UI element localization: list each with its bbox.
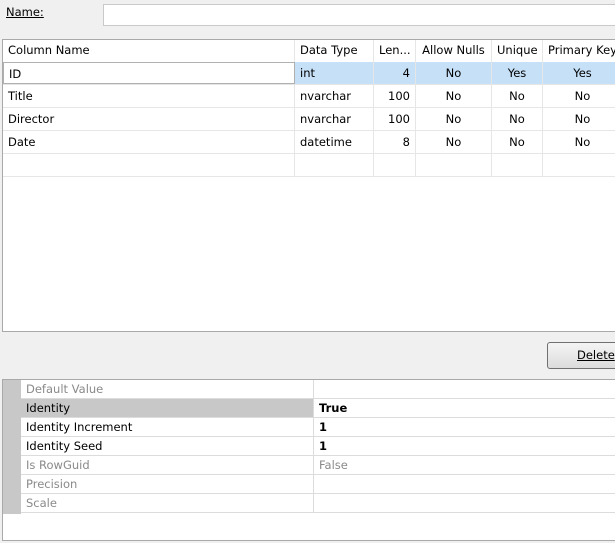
cell-column-name[interactable]: Director	[3, 108, 295, 130]
property-value[interactable]: False	[314, 456, 614, 474]
cell-length[interactable]: 100	[374, 85, 416, 107]
cell-primary-key[interactable]: No	[543, 131, 615, 153]
property-row[interactable]: Default Value	[21, 380, 615, 399]
property-name: Identity Seed	[21, 437, 314, 455]
cell-primary-key[interactable]: No	[543, 108, 615, 130]
cell-column-name[interactable]: Title	[3, 85, 295, 107]
property-name: Identity	[21, 399, 314, 417]
property-value[interactable]	[314, 380, 614, 398]
cell-data-type[interactable]: int	[295, 62, 374, 84]
property-value[interactable]: 1	[314, 437, 614, 455]
property-row[interactable]: Scale	[21, 494, 615, 513]
empty-new-row[interactable]	[3, 154, 615, 177]
cell-data-type[interactable]	[295, 154, 374, 176]
property-row[interactable]: Identity Seed 1	[21, 437, 615, 456]
property-value[interactable]	[314, 494, 614, 512]
header-data-type[interactable]: Data Type	[295, 40, 374, 62]
property-row[interactable]: Identity True	[21, 399, 615, 418]
name-input[interactable]	[103, 4, 615, 26]
table-row[interactable]: Title nvarchar 100 No No No	[3, 85, 615, 108]
property-name: Default Value	[21, 380, 314, 398]
cell-column-name[interactable]: ID	[3, 62, 295, 84]
header-primary-key[interactable]: Primary Key	[543, 40, 615, 62]
header-column-name[interactable]: Column Name	[3, 40, 295, 62]
cell-length[interactable]: 100	[374, 108, 416, 130]
cell-column-name[interactable]: Date	[3, 131, 295, 153]
name-label: Name:	[6, 5, 44, 19]
table-row[interactable]: ID int 4 No Yes Yes	[3, 62, 615, 85]
cell-length[interactable]	[374, 154, 416, 176]
cell-length[interactable]: 8	[374, 131, 416, 153]
cell-allow-nulls[interactable]: No	[416, 108, 492, 130]
property-name: Precision	[21, 475, 314, 493]
property-name: Identity Increment	[21, 418, 314, 436]
name-label-text: Name:	[6, 5, 44, 19]
property-name: Scale	[21, 494, 314, 512]
cell-allow-nulls[interactable]: No	[416, 62, 492, 84]
cell-data-type[interactable]: nvarchar	[295, 85, 374, 107]
cell-data-type[interactable]: nvarchar	[295, 108, 374, 130]
property-row[interactable]: Precision	[21, 475, 615, 494]
cell-unique[interactable]: No	[492, 108, 543, 130]
header-allow-nulls[interactable]: Allow Nulls	[416, 40, 492, 62]
delete-label: Delete	[577, 348, 615, 362]
table-row[interactable]: Date datetime 8 No No No	[3, 131, 615, 154]
grid-header: Column Name Data Type Len... Allow Nulls…	[3, 40, 615, 63]
property-value[interactable]	[314, 475, 614, 493]
property-value[interactable]: 1	[314, 418, 614, 436]
cell-allow-nulls[interactable]	[416, 154, 492, 176]
cell-unique[interactable]	[492, 154, 543, 176]
cell-data-type[interactable]: datetime	[295, 131, 374, 153]
property-row[interactable]: Is RowGuid False	[21, 456, 615, 475]
cell-column-name[interactable]	[3, 154, 295, 176]
property-grid-gutter	[3, 380, 21, 514]
cell-allow-nulls[interactable]: No	[416, 85, 492, 107]
cell-unique[interactable]: No	[492, 85, 543, 107]
cell-allow-nulls[interactable]: No	[416, 131, 492, 153]
cell-primary-key[interactable]	[543, 154, 615, 176]
property-row[interactable]: Identity Increment 1	[21, 418, 615, 437]
property-name: Is RowGuid	[21, 456, 314, 474]
cell-length[interactable]: 4	[374, 62, 416, 84]
delete-button[interactable]: Delete	[547, 342, 615, 369]
property-value[interactable]: True	[314, 399, 614, 417]
property-grid: Default Value Identity True Identity Increm…	[2, 379, 615, 541]
columns-grid: Column Name Data Type Len... Allow Nulls…	[2, 39, 615, 332]
header-unique[interactable]: Unique	[492, 40, 543, 62]
cell-primary-key[interactable]: Yes	[543, 62, 615, 84]
cell-unique[interactable]: No	[492, 131, 543, 153]
table-row[interactable]: Director nvarchar 100 No No No	[3, 108, 615, 131]
cell-unique[interactable]: Yes	[492, 62, 543, 84]
header-length[interactable]: Len...	[374, 40, 416, 62]
cell-primary-key[interactable]: No	[543, 85, 615, 107]
